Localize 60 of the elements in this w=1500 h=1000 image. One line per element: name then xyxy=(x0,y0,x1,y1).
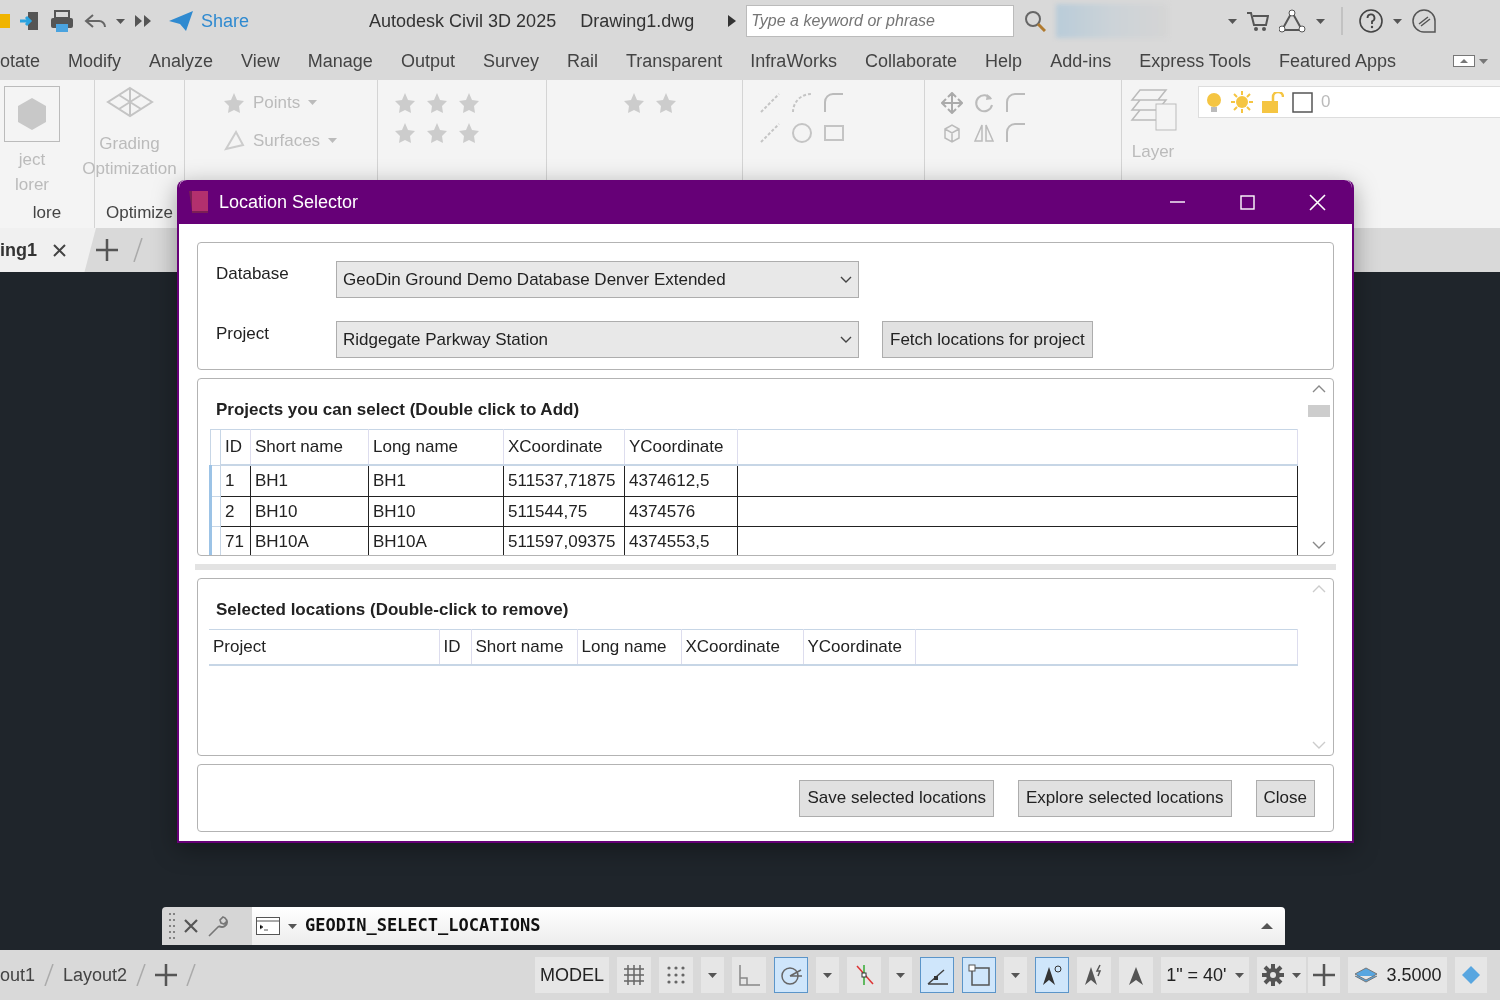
search-field[interactable]: Type a keyword or phrase xyxy=(746,5,1015,37)
dropdown-field[interactable]: Ridgegate Parkway Station xyxy=(336,321,859,358)
ribbon-tab[interactable]: Survey xyxy=(468,47,553,75)
app-title: Autodesk Civil 3D 2025 xyxy=(369,9,557,33)
table-cell: 4374612,5 xyxy=(624,465,738,496)
close-button[interactable]: Close xyxy=(1255,779,1315,817)
save-button[interactable]: Save selected locations xyxy=(799,779,994,817)
section-title: Projects you can select (Double click to Add) xyxy=(216,399,581,421)
column-header[interactable]: ID xyxy=(220,429,251,465)
explore-button[interactable]: Explore selected locations xyxy=(1018,779,1232,817)
table-cell: BH10 xyxy=(368,496,504,527)
ribbon-tab[interactable]: Analyze xyxy=(135,47,228,75)
ribbon-tab[interactable]: View xyxy=(227,47,294,75)
table-cell: 511537,71875 xyxy=(503,465,625,496)
column-header[interactable]: ID xyxy=(439,629,471,665)
ribbon-tab[interactable]: otate xyxy=(0,47,55,75)
ribbon-tab[interactable]: Transparent xyxy=(611,47,737,75)
ribbon-tab[interactable]: Add-ins xyxy=(1036,47,1126,75)
column-header[interactable]: Project xyxy=(209,629,439,665)
units-value: 3.5000 xyxy=(1386,963,1442,987)
table-cell: 4374576 xyxy=(624,496,738,527)
column-header[interactable]: XCoordinate xyxy=(503,429,625,465)
dialog-title: Location Selector xyxy=(219,190,359,214)
column-header[interactable]: Long name xyxy=(368,429,504,465)
column-header[interactable]: YCoordinate xyxy=(803,629,915,665)
ribbon-tab[interactable]: Rail xyxy=(552,47,612,75)
annotation-scale-button[interactable]: 1" = 40' xyxy=(1161,957,1249,993)
field-label: Project xyxy=(216,323,270,345)
table-cell: BH10 xyxy=(250,496,369,527)
table-cell: 511544,75 xyxy=(503,496,625,527)
fetch-button[interactable]: Fetch locations for project xyxy=(882,321,1093,358)
column-header[interactable]: XCoordinate xyxy=(681,629,803,665)
panel-title: Optimize xyxy=(105,203,174,222)
column-header[interactable]: Short name xyxy=(471,629,577,665)
ribbon-tab[interactable]: Modify xyxy=(54,47,136,75)
panel-title: lore xyxy=(32,203,62,222)
model-button[interactable]: MODEL xyxy=(535,957,610,993)
file-name: Drawing1.dwg xyxy=(580,9,695,33)
column-header[interactable]: Long name xyxy=(577,629,681,665)
ribbon-tab[interactable]: Output xyxy=(386,47,469,75)
layout-tab[interactable]: out1 xyxy=(0,961,36,989)
table-cell: 2 xyxy=(220,496,251,527)
ribbon-tab[interactable]: InfraWorks xyxy=(736,47,852,75)
ribbon-tab[interactable]: Express Tools xyxy=(1125,47,1265,75)
dropdown-field[interactable]: GeoDin Ground Demo Database Denver Extended xyxy=(336,261,859,298)
layer-name: 0 xyxy=(1321,91,1331,114)
section-title: Selected locations (Double-click to remove) xyxy=(216,599,570,621)
ribbon-tab[interactable]: Featured Apps xyxy=(1264,47,1410,75)
ribbon-tab[interactable]: Manage xyxy=(293,47,387,75)
column-header[interactable]: Short name xyxy=(250,429,369,465)
column-header[interactable]: YCoordinate xyxy=(624,429,738,465)
ribbon-tab[interactable]: Help xyxy=(971,47,1037,75)
command-input[interactable]: GEODIN_SELECT_LOCATIONS xyxy=(305,913,541,939)
ribbon-tab[interactable]: Collaborate xyxy=(851,47,972,75)
table-cell: 1 xyxy=(220,465,251,496)
document-tab[interactable]: ing1 xyxy=(0,228,96,272)
table-cell: BH1 xyxy=(250,465,369,496)
layout-tab[interactable]: Layout2 xyxy=(63,961,128,989)
field-label: Database xyxy=(216,263,290,285)
table-cell: BH1 xyxy=(368,465,504,496)
